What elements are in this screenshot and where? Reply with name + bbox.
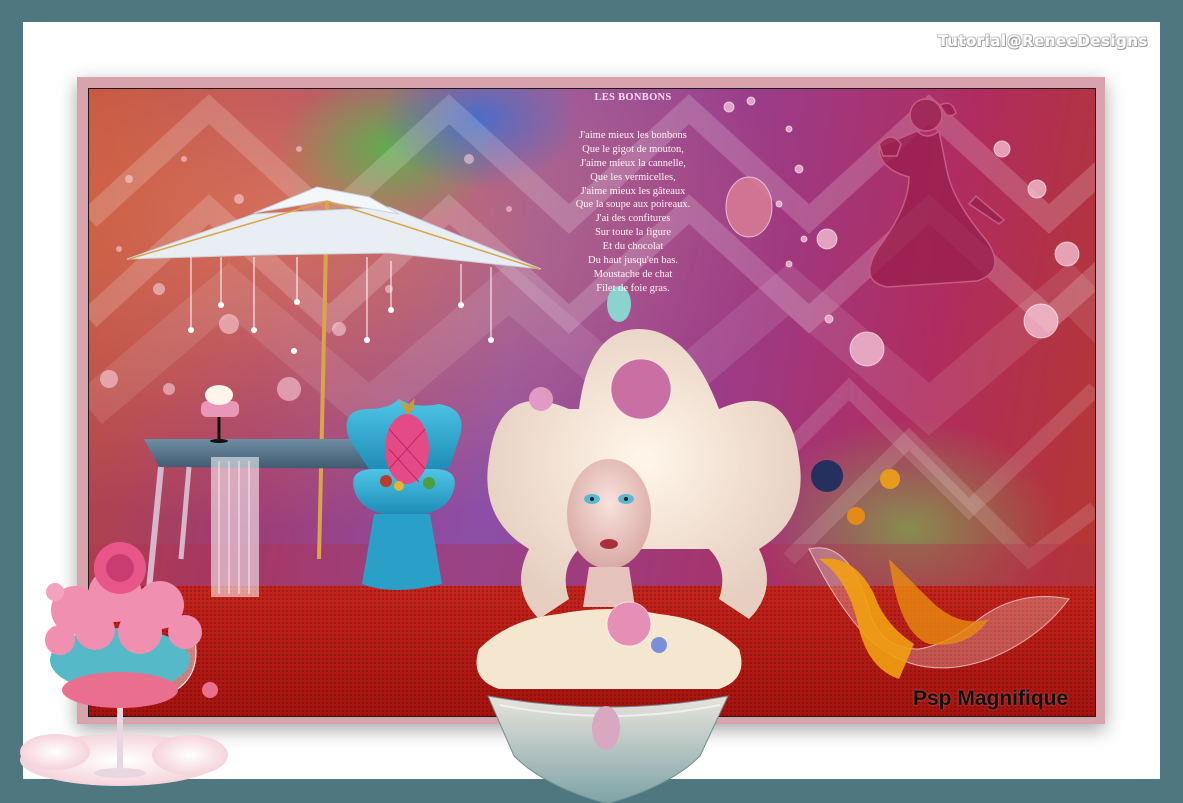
foreground-overlay (20, 542, 729, 803)
cup-pedestal (487, 695, 729, 803)
sundae-glass (20, 542, 228, 786)
